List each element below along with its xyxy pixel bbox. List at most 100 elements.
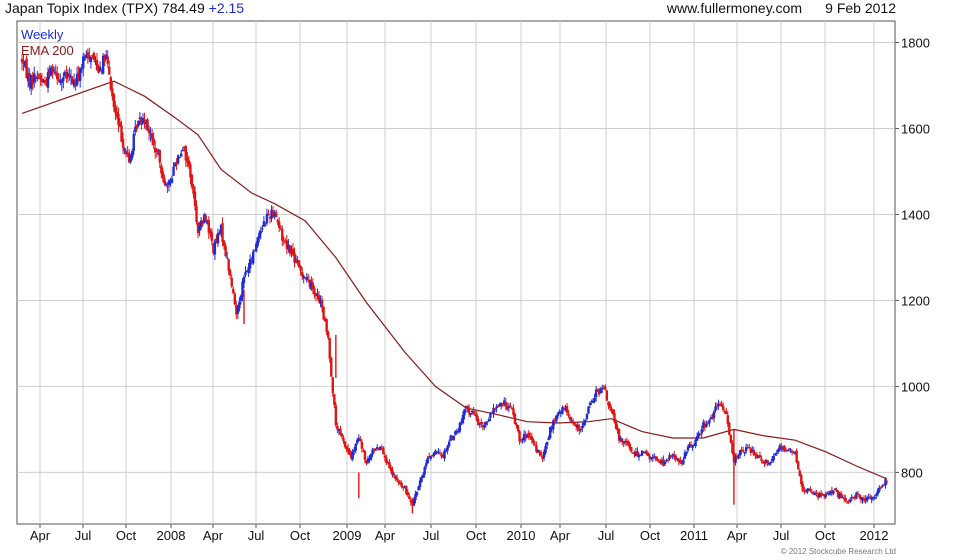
- candle-body: [875, 494, 878, 496]
- candle-body: [176, 155, 180, 164]
- candle-body: [797, 461, 800, 470]
- candle-body: [242, 276, 246, 283]
- candle-body: [299, 266, 302, 271]
- candle-body: [682, 459, 685, 465]
- candle-body: [630, 447, 633, 452]
- candle-body: [359, 438, 362, 442]
- candle-body: [472, 411, 475, 415]
- candle-body: [579, 428, 583, 430]
- candle-body: [408, 496, 411, 499]
- x-tick-label: 2011: [680, 528, 708, 543]
- candle-body: [544, 445, 547, 453]
- candle-body: [322, 306, 325, 320]
- candle-body: [679, 460, 682, 463]
- candle-body: [282, 240, 285, 242]
- candle-body: [388, 461, 391, 469]
- candle-body: [62, 77, 65, 82]
- x-axis: Apr Jul Oct 2008 Apr Jul Oct 2009 Apr Jul Oct 2010 A…: [30, 524, 888, 543]
- candle-body: [150, 133, 154, 140]
- y-tick-label: 800: [901, 465, 923, 480]
- candle-body: [691, 446, 694, 448]
- candle-body: [443, 450, 446, 459]
- candle-body: [810, 491, 814, 493]
- candle-body: [509, 405, 512, 408]
- candle-body: [274, 212, 278, 218]
- candle-body: [313, 288, 316, 295]
- candle-body: [708, 420, 711, 424]
- candle-body: [452, 435, 455, 441]
- candle-body: [752, 449, 756, 456]
- candle-body: [552, 420, 555, 430]
- candle-body: [181, 149, 184, 151]
- candle-body: [605, 390, 609, 401]
- candle-body: [256, 237, 259, 246]
- candle-body: [858, 494, 861, 498]
- candle-body: [397, 480, 400, 483]
- candle-body: [305, 277, 308, 281]
- candle-body: [555, 415, 558, 422]
- candle-body: [556, 413, 560, 417]
- candle-body: [147, 129, 151, 134]
- candle-body: [92, 52, 96, 60]
- candle-body: [83, 59, 86, 61]
- candle-body: [873, 497, 876, 499]
- candle-body: [114, 106, 117, 113]
- y-tick-label: 1800: [901, 35, 930, 50]
- candle-body: [288, 245, 292, 254]
- candle-body: [640, 450, 644, 456]
- candle-body: [447, 441, 451, 446]
- candle-body: [143, 119, 146, 122]
- candle-body: [328, 337, 331, 359]
- candle-body: [400, 482, 403, 487]
- candle-body: [513, 413, 517, 425]
- candle-body: [307, 276, 310, 278]
- candle-body: [446, 445, 449, 451]
- candle-body: [421, 474, 425, 478]
- candle-body: [608, 403, 612, 408]
- candle-body: [689, 444, 693, 447]
- candle-body: [512, 408, 515, 415]
- candle-body: [758, 455, 762, 458]
- candle-body: [342, 437, 345, 441]
- candle-body: [251, 251, 255, 264]
- candle-body: [369, 453, 373, 460]
- candle-body: [238, 301, 241, 309]
- website-label: www.fullermoney.com: [666, 0, 802, 16]
- candle-body: [278, 221, 281, 228]
- candle-body: [879, 487, 883, 489]
- candle-body: [769, 461, 772, 464]
- date-label: 9 Feb 2012: [825, 0, 896, 16]
- candle-body: [694, 439, 697, 447]
- candle-body: [89, 56, 93, 63]
- candle-body: [233, 293, 237, 305]
- candle-body: [190, 174, 194, 188]
- candle-body: [297, 260, 301, 268]
- candle-body: [545, 441, 549, 446]
- candle-body: [844, 498, 847, 501]
- candle-body: [712, 411, 716, 419]
- candle-body: [326, 331, 330, 338]
- candle-body: [164, 183, 168, 186]
- candle-body: [516, 425, 520, 432]
- candle-body: [565, 406, 569, 413]
- legend-ema-200: EMA 200: [21, 43, 74, 58]
- candle-body: [593, 397, 596, 402]
- candle-body: [666, 459, 670, 461]
- x-tick-label: Oct: [116, 528, 137, 543]
- candle-body: [137, 120, 140, 127]
- candle-body: [721, 405, 725, 410]
- price-change: +2.15: [209, 0, 245, 16]
- candle-body: [567, 413, 570, 416]
- candle-body: [532, 439, 535, 443]
- candle-body: [504, 401, 507, 407]
- candle-body: [596, 388, 599, 392]
- candle-body: [663, 461, 667, 465]
- candle-body: [424, 463, 428, 467]
- candle-body: [56, 73, 59, 80]
- candle-body: [406, 492, 410, 496]
- candle-body: [170, 178, 174, 183]
- candle-body: [518, 431, 521, 442]
- candle-body: [646, 452, 650, 457]
- candle-body: [801, 483, 804, 492]
- candle-body: [426, 457, 429, 464]
